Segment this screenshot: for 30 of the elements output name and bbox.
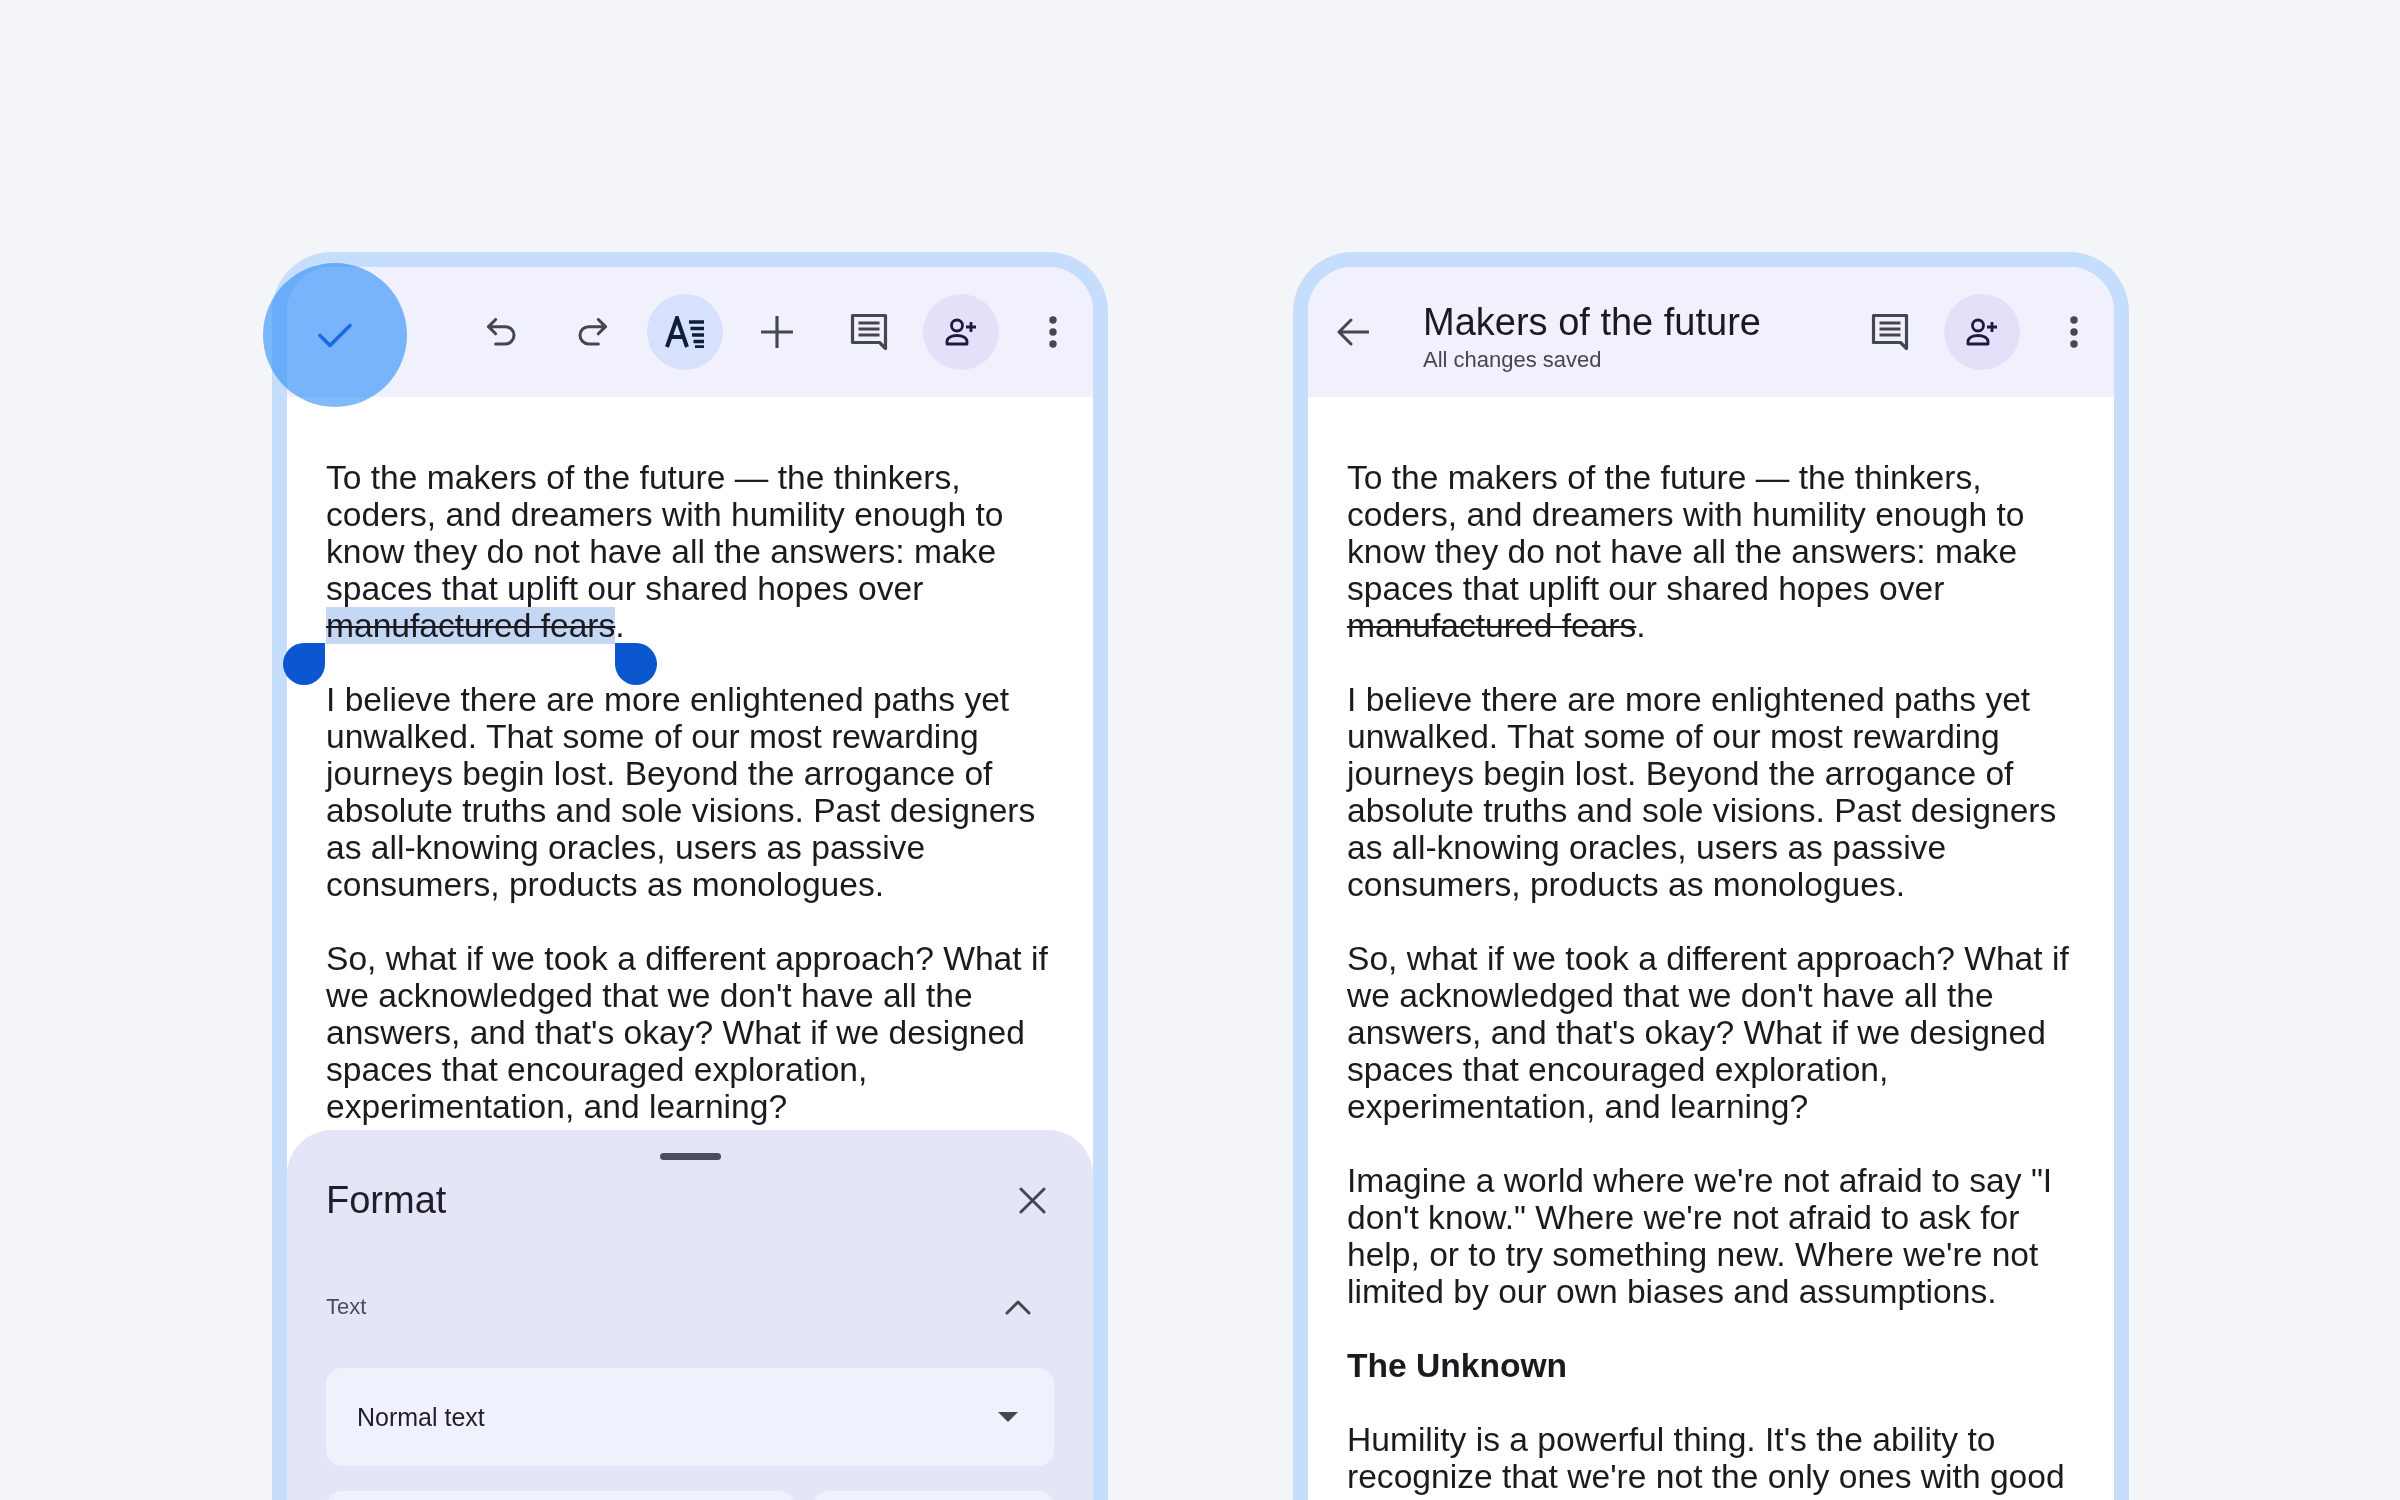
paragraph-text: So, what if we took a different approach? What if we acknowledged that we don't have all the answers, and that's okay? What if we designed spaces that encouraged exploration, experimentation, and learning? xyxy=(326,940,1049,1125)
back-arrow-icon xyxy=(1337,318,1369,346)
person-add-icon xyxy=(945,318,977,346)
close-icon xyxy=(1018,1186,1046,1214)
comment-icon xyxy=(850,313,888,351)
paragraph-text: I believe there are more enlightened paths yet unwalked. That some of our most rewarding journeys begin lost. Beyond the arrogance of absolute truths and sole visions. Past designers as all-knowing oracles, users as passive consumers, products as monologues. xyxy=(326,681,1037,903)
sheet-title: Format xyxy=(326,1178,447,1222)
paragraph-text: To the makers of the future — the thinkers, coders, and dreamers with humility enough to know they do not have all the answers: make spaces that uplift our shared hopes over manufactured fears. xyxy=(326,459,1005,644)
section-header[interactable]: Text xyxy=(326,1285,1054,1329)
text-format-icon xyxy=(665,316,705,348)
selection-handle[interactable] xyxy=(283,643,325,685)
paragraph-text: To the makers of the future — the thinkers, coders, and dreamers with humility enough to know they do not have all the answers: make spaces that uplift our shared hopes over manufactured fears. xyxy=(1347,459,2026,644)
heading-text: The Unknown xyxy=(1347,1347,1569,1384)
paragraph-text: I believe there are more enlightened paths yet unwalked. That some of our most rewarding journeys begin lost. Beyond the arrogance of absolute truths and sole visions. Past designers as all-knowing oracles, users as passive consumers, products as monologues. xyxy=(1347,681,2058,903)
more-vert-icon xyxy=(1049,316,1057,348)
undo-icon xyxy=(486,318,516,346)
drag-handle[interactable] xyxy=(659,1153,721,1160)
more-vert-icon xyxy=(2070,316,2078,348)
paragraph-text: Imagine a world where we're not afraid to say "I don't know." Where we're not afraid to ask for help, or to try something new. Where we're not limited by our own biases and assumptions. xyxy=(1347,1162,2054,1310)
save-status: All changes saved xyxy=(1423,347,1603,373)
caret-down-icon xyxy=(998,1412,1018,1422)
paragraph-text: Humility is a powerful thing. It's the ability to recognize that we're not the only ones with good xyxy=(1347,1421,2066,1495)
comment-icon xyxy=(1871,313,1909,351)
paragraph-text: So, what if we took a different approach? What if we acknowledged that we don't have all the answers, and that's okay? What if we designed spaces that encouraged exploration, experimentation, and learning? xyxy=(1347,940,2070,1125)
redo-icon xyxy=(578,318,608,346)
check-icon xyxy=(318,322,352,348)
person-add-icon xyxy=(1966,318,1998,346)
style-dropdown[interactable]: Normal text xyxy=(326,1368,1054,1466)
plus-icon xyxy=(761,316,793,348)
document-title: Makers of the future xyxy=(1423,301,1761,343)
